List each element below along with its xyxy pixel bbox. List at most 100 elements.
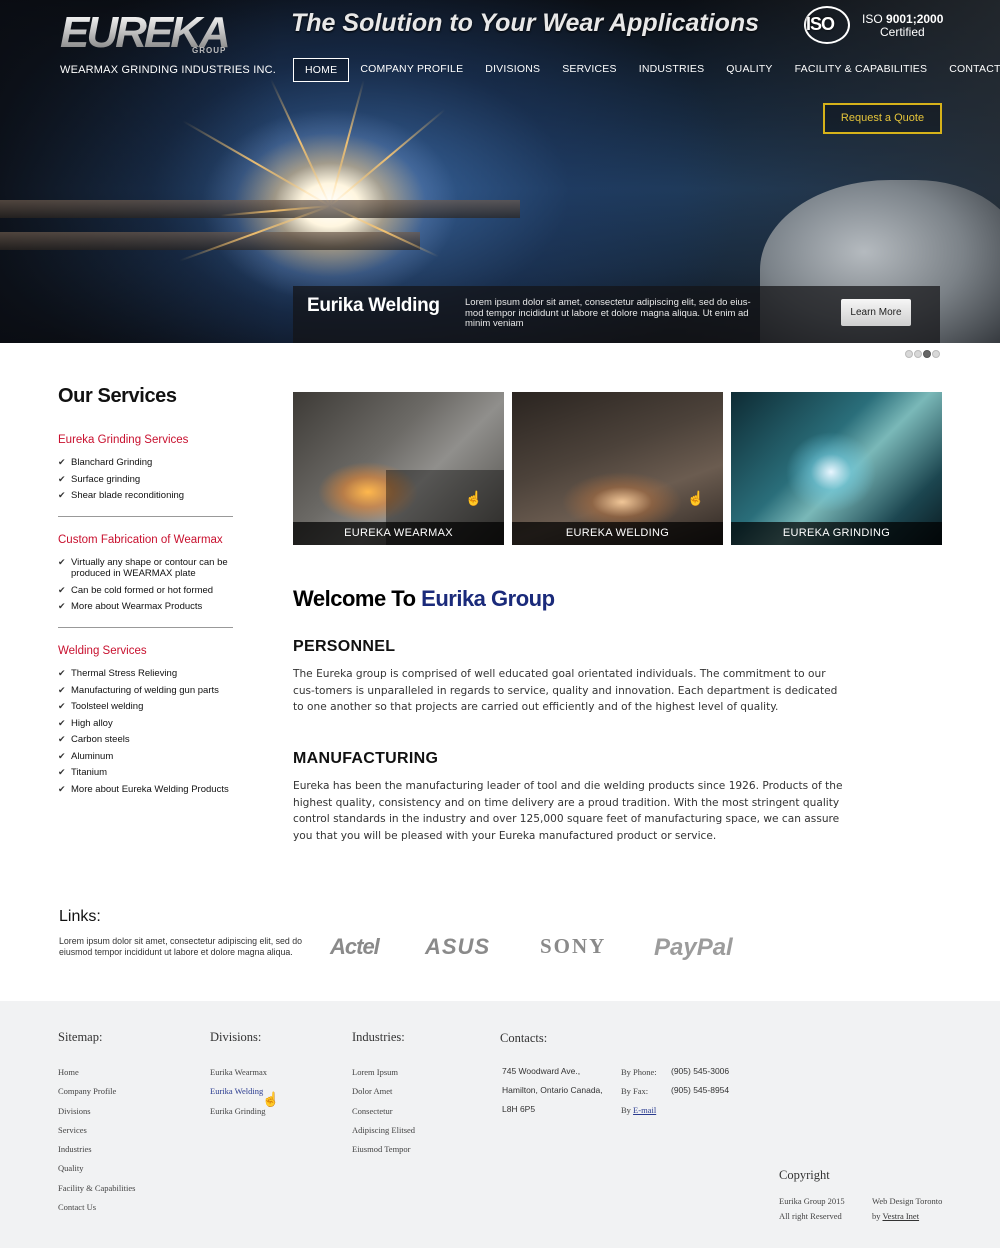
- nav-company-profile[interactable]: COMPANY PROFILE: [349, 58, 474, 82]
- list-item-link[interactable]: ✔ More about Wearmax Products: [58, 601, 238, 612]
- tile-caption: EUREKA WEARMAX: [293, 522, 504, 545]
- nav-divisions[interactable]: DIVISIONS: [474, 58, 551, 82]
- slider-dot[interactable]: [932, 350, 940, 358]
- list-item: ✔ Thermal Stress Relieving: [58, 668, 178, 679]
- sitemap-link-divisions[interactable]: Divisions: [58, 1105, 135, 1124]
- sony-logo[interactable]: SONY: [540, 934, 606, 959]
- nav-quality[interactable]: QUALITY: [715, 58, 783, 82]
- hand-cursor-icon: ☝: [465, 490, 483, 506]
- slider-dot[interactable]: [905, 350, 913, 358]
- checkmark-icon: ✔: [58, 601, 66, 611]
- email-link[interactable]: E-mail: [633, 1105, 656, 1115]
- checkmark-icon: ✔: [58, 701, 66, 711]
- checkmark-icon: ✔: [58, 750, 66, 761]
- hero-pipe: [0, 200, 520, 218]
- iso-badge: ISO ISO 9001;2000 Certified: [804, 6, 954, 46]
- spark: [329, 108, 446, 207]
- industry-link[interactable]: Eiusmod Tempor: [352, 1143, 415, 1162]
- sitemap-link-quality[interactable]: Quality: [58, 1162, 135, 1181]
- sidebar-category-welding[interactable]: Welding Services: [58, 645, 238, 657]
- checkmark-icon: ✔: [58, 557, 66, 567]
- industry-link[interactable]: Adipiscing Elitsed: [352, 1124, 415, 1143]
- slide-text: Lorem ipsum dolor sit amet, consectetur …: [465, 297, 751, 329]
- slider-dot[interactable]: [914, 350, 922, 358]
- spark: [329, 80, 365, 207]
- nav-home[interactable]: HOME: [293, 58, 350, 82]
- slider-dots: [905, 350, 940, 358]
- hand-cursor-icon: ☝: [262, 1091, 280, 1107]
- personnel-text: The Eureka group is comprised of well ed…: [293, 668, 838, 714]
- iso-certified: Certified: [880, 25, 925, 39]
- manufacturing-heading: MANUFACTURING: [293, 750, 439, 767]
- sitemap-link-industries[interactable]: Industries: [58, 1143, 135, 1162]
- industry-link[interactable]: Dolor Amet: [352, 1085, 415, 1104]
- nav-industries[interactable]: INDUSTRIES: [628, 58, 716, 82]
- list-item: ✔ Surface grinding: [58, 473, 141, 485]
- tagline: The Solution to Your Wear Applications: [291, 9, 760, 37]
- fax-value: (905) 545-8954: [671, 1085, 730, 1095]
- iso-standard: ISO 9001;2000: [862, 12, 944, 26]
- nav-facility[interactable]: FACILITY & CAPABILITIES: [784, 58, 939, 82]
- actel-logo[interactable]: Actel: [330, 934, 380, 960]
- address-line: 745 Woodward Ave.,: [502, 1066, 581, 1076]
- sitemap-link-contact[interactable]: Contact Us: [58, 1201, 135, 1220]
- copyright-line: All right Reserved: [779, 1211, 842, 1221]
- checkmark-icon: ✔: [58, 734, 66, 744]
- list-item: ✔ Carbon steels: [58, 734, 130, 745]
- nav-contact[interactable]: CONTACT US: [938, 58, 1000, 82]
- industry-link[interactable]: Consectetur: [352, 1105, 415, 1124]
- divisions-list: Eurika Wearmax Eurika Welding Eurika Gri…: [210, 1066, 267, 1124]
- checkmark-icon: ✔: [58, 717, 66, 728]
- slider-dot-active[interactable]: [923, 350, 931, 358]
- address-line: L8H 6P5: [502, 1104, 536, 1114]
- sitemap-link-facility[interactable]: Facility & Capabilities: [58, 1182, 135, 1201]
- list-item: ✔ Toolsteel welding: [58, 701, 144, 712]
- checkmark-icon: ✔: [58, 668, 66, 678]
- sitemap-link-company-profile[interactable]: Company Profile: [58, 1085, 135, 1104]
- tile-welding[interactable]: ☝ EUREKA WELDING: [512, 392, 723, 545]
- nav-services[interactable]: SERVICES: [551, 58, 628, 82]
- checkmark-icon: ✔: [58, 584, 66, 595]
- design-credit: Web Design Toronto: [872, 1196, 943, 1206]
- industry-link[interactable]: Lorem Ipsum: [352, 1066, 415, 1085]
- learn-more-button[interactable]: Learn More: [841, 299, 911, 326]
- division-link-welding[interactable]: Eurika Welding: [210, 1085, 267, 1104]
- checkmark-icon: ✔: [58, 684, 66, 695]
- list-item: ✔ High alloy: [58, 717, 113, 729]
- sidebar-category-fabrication[interactable]: Custom Fabrication of Wearmax: [58, 534, 238, 546]
- vestra-inet-link[interactable]: Vestra Inet: [882, 1211, 919, 1221]
- sitemap-link-services[interactable]: Services: [58, 1124, 135, 1143]
- checkmark-icon: ✔: [58, 767, 66, 777]
- division-link-grinding[interactable]: Eurika Grinding: [210, 1105, 267, 1124]
- grinding-list: ✔ Blanchard Grinding ✔ Surface grinding ✔ S…: [58, 457, 238, 501]
- sitemap-title: Sitemap:: [58, 1030, 103, 1044]
- checkmark-icon: ✔: [58, 783, 66, 794]
- manufacturing-text: Eureka has been the manufacturing leader…: [293, 780, 843, 842]
- paypal-logo[interactable]: PayPal: [654, 934, 733, 962]
- sitemap-link-home[interactable]: Home: [58, 1066, 135, 1085]
- division-link-wearmax[interactable]: Eurika Wearmax: [210, 1066, 267, 1085]
- request-quote-button[interactable]: Request a Quote: [823, 103, 942, 134]
- tile-wearmax[interactable]: ☝ EUREKA WEARMAX: [293, 392, 504, 545]
- checkmark-icon: ✔: [58, 473, 66, 484]
- checkmark-icon: ✔: [58, 457, 66, 467]
- phone-label: By Phone:: [621, 1067, 657, 1077]
- links-text: Lorem ipsum dolor sit amet, consectetur …: [59, 936, 303, 957]
- eureka-logo[interactable]: EUREKA GROUP: [60, 11, 242, 56]
- list-item: ✔ Blanchard Grinding: [58, 457, 153, 468]
- sidebar-category-grinding[interactable]: Eureka Grinding Services: [58, 434, 238, 446]
- email-row: By E-mail: [621, 1105, 657, 1115]
- list-item: ✔ Virtually any shape or contour can be p…: [58, 557, 228, 579]
- slide-caption: Eurika Welding Lorem ipsum dolor sit ame…: [293, 286, 940, 343]
- list-item-link[interactable]: ✔ More about Eureka Welding Products: [58, 784, 238, 795]
- fax-label: By Fax:: [621, 1086, 649, 1096]
- asus-logo[interactable]: ASUS: [425, 934, 490, 960]
- list-item: ✔ Titanium: [58, 767, 108, 778]
- address-line: Hamilton, Ontario Canada,: [502, 1085, 603, 1095]
- iso-logo-text: ISO: [806, 14, 835, 34]
- copyright-line: Eurika Group 2015: [779, 1196, 845, 1206]
- tile-grinding[interactable]: EUREKA GRINDING: [731, 392, 942, 545]
- welding-list: ✔ Thermal Stress Relieving ✔ Manufacturing…: [58, 668, 238, 795]
- contacts-title: Contacts:: [500, 1031, 548, 1045]
- list-item: ✔ Shear blade reconditioning: [58, 490, 185, 501]
